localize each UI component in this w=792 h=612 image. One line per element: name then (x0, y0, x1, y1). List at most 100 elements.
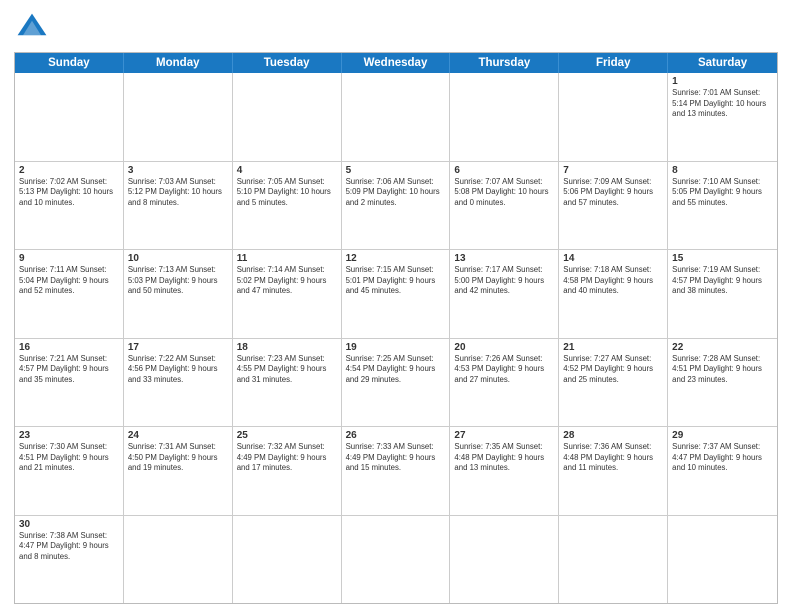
day-info: Sunrise: 7:21 AM Sunset: 4:57 PM Dayligh… (19, 354, 119, 386)
calendar-cell-2-4: 13Sunrise: 7:17 AM Sunset: 5:00 PM Dayli… (450, 250, 559, 338)
day-info: Sunrise: 7:07 AM Sunset: 5:08 PM Dayligh… (454, 177, 554, 209)
day-number: 29 (672, 430, 773, 441)
header-day-friday: Friday (559, 53, 668, 73)
calendar-body: 1Sunrise: 7:01 AM Sunset: 5:14 PM Daylig… (15, 73, 777, 603)
day-number: 12 (346, 253, 446, 264)
calendar-cell-1-3: 5Sunrise: 7:06 AM Sunset: 5:09 PM Daylig… (342, 162, 451, 250)
calendar-cell-2-6: 15Sunrise: 7:19 AM Sunset: 4:57 PM Dayli… (668, 250, 777, 338)
logo-icon (14, 10, 50, 46)
day-number: 14 (563, 253, 663, 264)
day-number: 5 (346, 165, 446, 176)
day-number: 1 (672, 76, 773, 87)
header (14, 10, 778, 46)
day-number: 9 (19, 253, 119, 264)
day-info: Sunrise: 7:14 AM Sunset: 5:02 PM Dayligh… (237, 265, 337, 297)
calendar-cell-3-3: 19Sunrise: 7:25 AM Sunset: 4:54 PM Dayli… (342, 339, 451, 427)
calendar-cell-5-1 (124, 516, 233, 604)
day-info: Sunrise: 7:05 AM Sunset: 5:10 PM Dayligh… (237, 177, 337, 209)
calendar-cell-3-6: 22Sunrise: 7:28 AM Sunset: 4:51 PM Dayli… (668, 339, 777, 427)
day-info: Sunrise: 7:38 AM Sunset: 4:47 PM Dayligh… (19, 531, 119, 563)
calendar-cell-3-2: 18Sunrise: 7:23 AM Sunset: 4:55 PM Dayli… (233, 339, 342, 427)
calendar-cell-4-1: 24Sunrise: 7:31 AM Sunset: 4:50 PM Dayli… (124, 427, 233, 515)
day-number: 26 (346, 430, 446, 441)
day-info: Sunrise: 7:25 AM Sunset: 4:54 PM Dayligh… (346, 354, 446, 386)
day-number: 11 (237, 253, 337, 264)
day-number: 16 (19, 342, 119, 353)
day-info: Sunrise: 7:26 AM Sunset: 4:53 PM Dayligh… (454, 354, 554, 386)
calendar-cell-5-5 (559, 516, 668, 604)
calendar-cell-3-4: 20Sunrise: 7:26 AM Sunset: 4:53 PM Dayli… (450, 339, 559, 427)
day-info: Sunrise: 7:18 AM Sunset: 4:58 PM Dayligh… (563, 265, 663, 297)
day-number: 18 (237, 342, 337, 353)
calendar-cell-1-4: 6Sunrise: 7:07 AM Sunset: 5:08 PM Daylig… (450, 162, 559, 250)
day-number: 8 (672, 165, 773, 176)
header-day-sunday: Sunday (15, 53, 124, 73)
calendar-cell-1-5: 7Sunrise: 7:09 AM Sunset: 5:06 PM Daylig… (559, 162, 668, 250)
header-day-wednesday: Wednesday (342, 53, 451, 73)
calendar: SundayMondayTuesdayWednesdayThursdayFrid… (14, 52, 778, 604)
calendar-cell-4-0: 23Sunrise: 7:30 AM Sunset: 4:51 PM Dayli… (15, 427, 124, 515)
calendar-cell-0-2 (233, 73, 342, 161)
calendar-row-4: 23Sunrise: 7:30 AM Sunset: 4:51 PM Dayli… (15, 426, 777, 515)
day-info: Sunrise: 7:31 AM Sunset: 4:50 PM Dayligh… (128, 442, 228, 474)
calendar-cell-5-2 (233, 516, 342, 604)
calendar-cell-5-4 (450, 516, 559, 604)
calendar-cell-5-6 (668, 516, 777, 604)
day-info: Sunrise: 7:11 AM Sunset: 5:04 PM Dayligh… (19, 265, 119, 297)
header-day-thursday: Thursday (450, 53, 559, 73)
calendar-cell-2-0: 9Sunrise: 7:11 AM Sunset: 5:04 PM Daylig… (15, 250, 124, 338)
calendar-row-3: 16Sunrise: 7:21 AM Sunset: 4:57 PM Dayli… (15, 338, 777, 427)
calendar-header: SundayMondayTuesdayWednesdayThursdayFrid… (15, 53, 777, 73)
header-day-monday: Monday (124, 53, 233, 73)
day-number: 24 (128, 430, 228, 441)
calendar-cell-4-4: 27Sunrise: 7:35 AM Sunset: 4:48 PM Dayli… (450, 427, 559, 515)
calendar-cell-1-2: 4Sunrise: 7:05 AM Sunset: 5:10 PM Daylig… (233, 162, 342, 250)
day-info: Sunrise: 7:19 AM Sunset: 4:57 PM Dayligh… (672, 265, 773, 297)
calendar-cell-3-0: 16Sunrise: 7:21 AM Sunset: 4:57 PM Dayli… (15, 339, 124, 427)
logo (14, 10, 54, 46)
calendar-cell-5-3 (342, 516, 451, 604)
header-day-tuesday: Tuesday (233, 53, 342, 73)
day-info: Sunrise: 7:35 AM Sunset: 4:48 PM Dayligh… (454, 442, 554, 474)
calendar-cell-2-2: 11Sunrise: 7:14 AM Sunset: 5:02 PM Dayli… (233, 250, 342, 338)
calendar-row-0: 1Sunrise: 7:01 AM Sunset: 5:14 PM Daylig… (15, 73, 777, 161)
day-info: Sunrise: 7:37 AM Sunset: 4:47 PM Dayligh… (672, 442, 773, 474)
day-number: 30 (19, 519, 119, 530)
calendar-cell-4-3: 26Sunrise: 7:33 AM Sunset: 4:49 PM Dayli… (342, 427, 451, 515)
day-info: Sunrise: 7:23 AM Sunset: 4:55 PM Dayligh… (237, 354, 337, 386)
day-number: 23 (19, 430, 119, 441)
day-number: 19 (346, 342, 446, 353)
calendar-cell-2-1: 10Sunrise: 7:13 AM Sunset: 5:03 PM Dayli… (124, 250, 233, 338)
day-number: 15 (672, 253, 773, 264)
page: SundayMondayTuesdayWednesdayThursdayFrid… (0, 0, 792, 612)
day-info: Sunrise: 7:09 AM Sunset: 5:06 PM Dayligh… (563, 177, 663, 209)
calendar-cell-2-5: 14Sunrise: 7:18 AM Sunset: 4:58 PM Dayli… (559, 250, 668, 338)
day-number: 20 (454, 342, 554, 353)
day-number: 2 (19, 165, 119, 176)
calendar-cell-4-2: 25Sunrise: 7:32 AM Sunset: 4:49 PM Dayli… (233, 427, 342, 515)
day-number: 6 (454, 165, 554, 176)
day-info: Sunrise: 7:36 AM Sunset: 4:48 PM Dayligh… (563, 442, 663, 474)
calendar-row-2: 9Sunrise: 7:11 AM Sunset: 5:04 PM Daylig… (15, 249, 777, 338)
day-info: Sunrise: 7:32 AM Sunset: 4:49 PM Dayligh… (237, 442, 337, 474)
calendar-cell-0-3 (342, 73, 451, 161)
day-info: Sunrise: 7:02 AM Sunset: 5:13 PM Dayligh… (19, 177, 119, 209)
day-info: Sunrise: 7:03 AM Sunset: 5:12 PM Dayligh… (128, 177, 228, 209)
header-day-saturday: Saturday (668, 53, 777, 73)
day-number: 3 (128, 165, 228, 176)
calendar-cell-4-5: 28Sunrise: 7:36 AM Sunset: 4:48 PM Dayli… (559, 427, 668, 515)
calendar-row-5: 30Sunrise: 7:38 AM Sunset: 4:47 PM Dayli… (15, 515, 777, 604)
day-info: Sunrise: 7:27 AM Sunset: 4:52 PM Dayligh… (563, 354, 663, 386)
day-info: Sunrise: 7:06 AM Sunset: 5:09 PM Dayligh… (346, 177, 446, 209)
day-info: Sunrise: 7:13 AM Sunset: 5:03 PM Dayligh… (128, 265, 228, 297)
day-info: Sunrise: 7:17 AM Sunset: 5:00 PM Dayligh… (454, 265, 554, 297)
day-number: 21 (563, 342, 663, 353)
calendar-cell-0-6: 1Sunrise: 7:01 AM Sunset: 5:14 PM Daylig… (668, 73, 777, 161)
day-info: Sunrise: 7:28 AM Sunset: 4:51 PM Dayligh… (672, 354, 773, 386)
day-info: Sunrise: 7:10 AM Sunset: 5:05 PM Dayligh… (672, 177, 773, 209)
day-number: 7 (563, 165, 663, 176)
calendar-row-1: 2Sunrise: 7:02 AM Sunset: 5:13 PM Daylig… (15, 161, 777, 250)
day-number: 10 (128, 253, 228, 264)
day-number: 13 (454, 253, 554, 264)
day-info: Sunrise: 7:30 AM Sunset: 4:51 PM Dayligh… (19, 442, 119, 474)
